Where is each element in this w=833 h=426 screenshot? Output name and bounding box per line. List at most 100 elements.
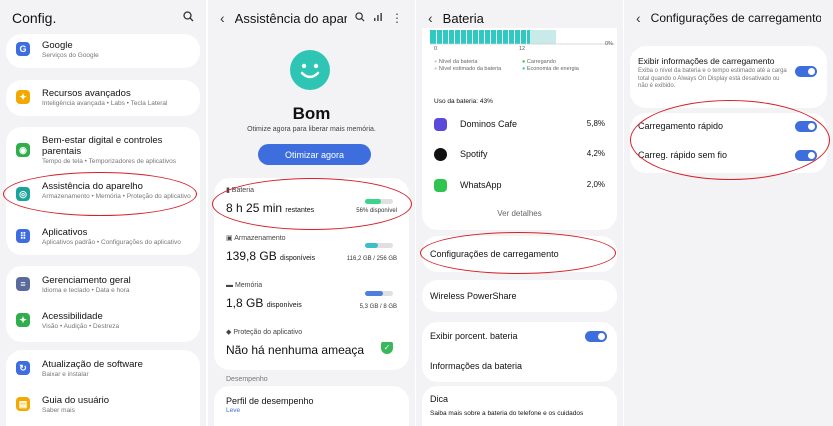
storage-unit: disponíveis [280,255,316,262]
back-icon[interactable]: ‹ [428,10,433,26]
battery-info-item[interactable]: Informações da bateria [430,361,522,371]
storage-row[interactable]: ▣ Armazenamento 139,8 GB disponíveis 116… [226,234,397,263]
charging-settings-item[interactable]: Configurações de carregamento [430,249,559,259]
settings-item-wellbeing[interactable]: ◉ Bem-estar digital e controles parentai… [6,135,200,166]
item-sub: Aplicativos padrão • Configurações do ap… [42,239,181,246]
graph-axis-start: 0 [434,46,438,52]
memory-value: 1,8 GB [226,296,264,310]
apps-icon: ⠿ [16,229,30,243]
settings-header: Config. [0,0,206,36]
google-icon: G [16,42,30,56]
page-title: Bateria [442,10,484,26]
battery-panel: ‹ Bateria 0 12 0% ● Nível da bateria ● N… [416,0,623,426]
legend-item: Nível da bateria [438,59,478,65]
item-title: Gerenciamento geral [42,275,131,286]
show-info-title: Exibir informações de carregamento [638,56,775,66]
optimize-button[interactable]: Otimizar agora [258,144,371,165]
legend-item: Economia de energia [526,66,579,72]
back-icon[interactable]: ‹ [220,10,225,26]
graph-axis-mid: 12 [519,46,526,52]
memory-row[interactable]: ▬ Memória 1,8 GB disponíveis 5,3 GB / 8 … [226,282,397,310]
card-battery-usage: 0 12 0% ● Nível da bateria ● Nível estim… [422,28,617,230]
settings-panel: Config. G Google Serviços do Google ✦ Rec… [0,0,206,426]
item-title: Recursos avançados [42,88,131,99]
accessibility-icon: ✦ [16,313,30,327]
settings-item-accessibility[interactable]: ✦ Acessibilidade Visão • Audição • Destre… [6,311,200,331]
item-sub: Idioma e teclado • Data e hora [42,287,130,294]
search-icon[interactable] [183,11,194,25]
wireless-powershare-item[interactable]: Wireless PowerShare [430,291,517,301]
settings-item-guide[interactable]: ▤ Guia do usuário Saber mais [6,395,200,415]
card-wireless: Wireless PowerShare [422,280,617,312]
wellbeing-icon: ◉ [16,143,30,157]
device-care-icon: ◎ [16,187,30,201]
search-icon[interactable] [355,11,365,25]
status-smiley-icon [290,50,330,90]
show-info-toggle[interactable] [795,66,817,77]
section-header: Desempenho [226,376,268,383]
app-pct: 5,8% [586,119,605,128]
legend-item: Nível estimado da bateria [438,66,502,72]
settings-item-device-care[interactable]: ◎ Assistência do aparelho Armazenamento •… [6,181,200,201]
app-pct: 4,2% [586,149,605,158]
settings-item-google[interactable]: G Google Serviços do Google [6,40,200,60]
card-google: G Google Serviços do Google [6,34,200,68]
app-name: Dominos Cafe [460,119,518,129]
card-wellbeing: ◉ Bem-estar digital e controles parentai… [6,127,200,255]
card-tip: Dica Saiba mais sobre a bateria do telef… [422,386,617,426]
fast-charging-toggle[interactable] [795,121,817,132]
settings-item-update[interactable]: ↻ Atualização de software Baixar e instal… [6,359,200,379]
card-advanced: ✦ Recursos avançados Inteligência avançad… [6,80,200,116]
performance-profile-item[interactable]: Perfil de desempenho Leve [226,396,314,414]
advanced-features-icon: ✦ [16,90,30,104]
graph-legend-right: ● Carregando ● Economia de energia [522,59,579,72]
item-title: Atualização de software [42,359,143,370]
status-label: Bom [292,104,331,123]
tip-text[interactable]: Saiba mais sobre a bateria do telefone e… [430,410,583,417]
memory-unit: disponíveis [266,302,302,309]
protection-label: Proteção do aplicativo [233,329,303,336]
spotify-app-icon [434,148,447,161]
settings-item-apps[interactable]: ⠿ Aplicativos Aplicativos padrão • Config… [6,227,200,247]
item-sub: Armazenamento • Memória • Proteção do ap… [42,193,191,200]
fast-wireless-toggle[interactable] [795,150,817,161]
status-sub: Otimize agora para liberar mais memória. [247,126,376,133]
protection-value: Não há nenhuma ameaça [226,343,365,357]
battery-row[interactable]: ▮ Bateria 8 h 25 min restantes 56% dispo… [226,186,397,215]
software-update-icon: ↻ [16,361,30,375]
app-pct: 2,0% [586,180,605,189]
settings-item-general[interactable]: ≡ Gerenciamento geral Idioma e teclado • … [6,275,200,295]
app-row[interactable]: WhatsApp 2,0% [434,179,605,193]
storage-label: Armazenamento [234,235,286,242]
graph-axis-end: 0% [605,41,613,47]
battery-label: Bateria [231,187,254,194]
general-management-icon: ≡ [16,277,30,291]
item-sub: Saber mais [42,407,75,414]
app-name: Spotify [460,149,488,159]
more-options-icon[interactable]: ⋮ [391,11,403,25]
tip-title: Dica [430,394,449,404]
chart-icon[interactable] [373,11,383,25]
battery-unit: restantes [285,207,315,214]
dominos-app-icon [434,118,447,131]
item-title: Acessibilidade [42,311,103,322]
app-row[interactable]: Dominos Cafe 5,8% [434,118,605,132]
protection-row[interactable]: ◆ Proteção do aplicativo Não há nenhuma … [226,328,397,357]
legend-item: Carregando [526,59,556,65]
battery-usage-label: Uso da bateria: 43% [434,98,493,105]
page-title: Config. [12,10,57,26]
charging-header: ‹ Configurações de carregamento [624,0,833,36]
see-details-link[interactable]: Ver detalhes [422,209,617,218]
settings-item-advanced[interactable]: ✦ Recursos avançados Inteligência avançad… [6,88,200,108]
back-icon[interactable]: ‹ [636,10,641,26]
page-title: Assistência do apar... [234,10,347,26]
card-update: ↻ Atualização de software Baixar e instal… [6,350,200,426]
memory-detail: 5,3 GB / 8 GB [359,304,397,310]
perf-sub: Leve [226,407,241,414]
battery-bar [365,199,393,204]
card-fast-charging: Carregamento rápido Carreg. rápido sem f… [630,113,827,173]
app-row[interactable]: Spotify 4,2% [434,148,605,162]
shield-check-icon: ✓ [381,342,393,354]
show-pct-toggle[interactable] [585,331,607,342]
memory-bar [365,291,393,296]
